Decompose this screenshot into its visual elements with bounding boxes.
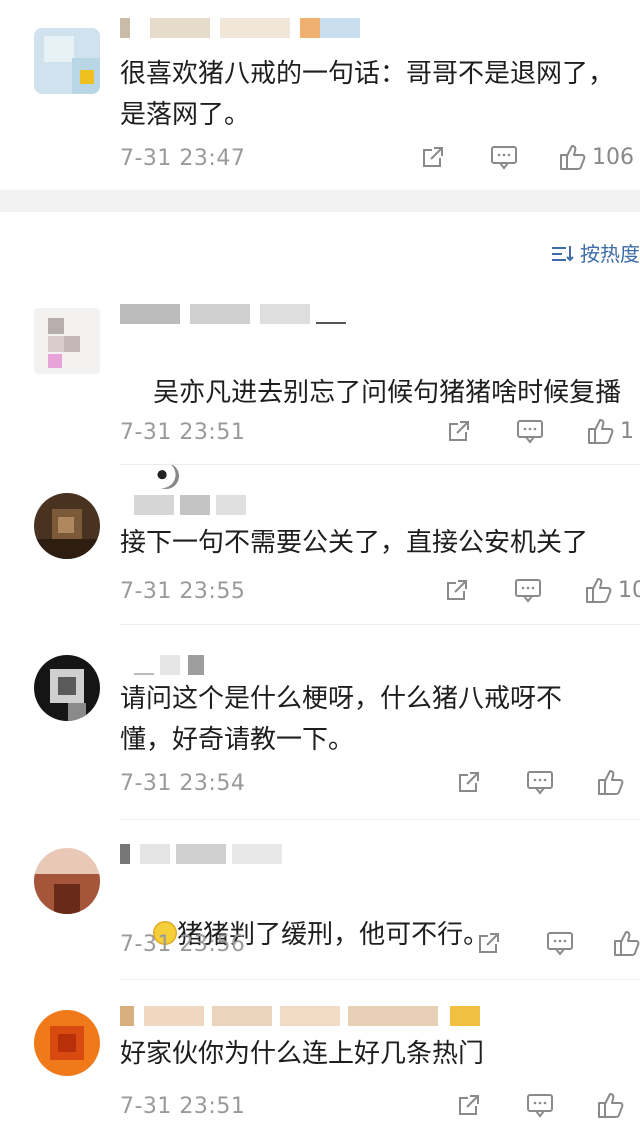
comment-time: 7-31 23:56: [120, 932, 246, 957]
sort-toggle[interactable]: 按热度: [550, 238, 640, 267]
avatar[interactable]: [34, 655, 100, 721]
thumbs-up-icon: [598, 1093, 624, 1118]
thumbs-up-icon: [614, 931, 640, 956]
share-button[interactable]: [476, 930, 502, 956]
comment-item: 好家伙你为什么连上好几条热门 7-31 23:51: [0, 980, 640, 1138]
comment-icon: [547, 932, 573, 956]
comment-button[interactable]: [526, 1092, 554, 1118]
thumbs-up-icon: [588, 419, 614, 444]
comment-time: 7-31 23:51: [120, 420, 246, 445]
top-comment: 很喜欢猪八戒的一句话：哥哥不是退网了， 是落网了。 7-31 23:47 106: [0, 0, 640, 190]
avatar[interactable]: [34, 1010, 100, 1076]
thumbs-up-icon: [560, 145, 586, 170]
username-blurred[interactable]: [120, 18, 360, 40]
comment-text: 好家伙你为什么连上好几条热门: [120, 1039, 485, 1069]
comment-item: 请问这个是什么梗呀，什么猪八戒呀不 懂，好奇请教一下。 7-31 23:54: [0, 625, 640, 820]
comment-item: 接下一句不需要公关了，直接公安机关了 7-31 23:55 10: [0, 465, 640, 625]
like-count: 10: [618, 577, 640, 603]
share-icon: [449, 421, 469, 441]
share-icon: [447, 580, 467, 600]
comment-text: 接下一句不需要公关了，直接公安机关了: [120, 528, 589, 558]
sort-icon: [550, 242, 576, 264]
like-button[interactable]: [596, 1090, 626, 1120]
comment-button[interactable]: [526, 769, 554, 795]
comment-icon: [527, 1094, 553, 1118]
comment-button[interactable]: [490, 144, 518, 170]
comment-button[interactable]: [514, 577, 542, 603]
share-button[interactable]: [420, 144, 446, 170]
like-button[interactable]: [596, 767, 630, 797]
avatar[interactable]: [34, 28, 100, 94]
share-icon: [423, 147, 443, 167]
share-button[interactable]: [446, 418, 472, 444]
comment-text-content: 吴亦凡进去别忘了问候句猪猪啥时候复播: [153, 378, 622, 408]
avatar[interactable]: [34, 308, 100, 374]
username-blurred[interactable]: [120, 655, 210, 677]
comment-icon: [527, 771, 553, 795]
comment-time: 7-31 23:55: [120, 579, 246, 604]
comment-text: 很喜欢猪八戒的一句话：哥哥不是退网了， 是落网了。: [120, 59, 615, 130]
thumbs-up-icon: [586, 578, 612, 603]
section-divider: [0, 190, 640, 212]
comment-item: 吴亦凡进去别忘了问候句猪猪啥时候复播 7-31 23:51 1: [0, 290, 640, 489]
comment-text: 请问这个是什么梗呀，什么猪八戒呀不 懂，好奇请教一下。: [120, 684, 563, 755]
username-blurred[interactable]: [120, 1006, 480, 1028]
share-button[interactable]: [456, 1092, 482, 1118]
like-count: 106: [592, 144, 634, 170]
comment-icon: [491, 146, 517, 170]
avatar[interactable]: [34, 493, 100, 559]
like-count: 1: [620, 418, 634, 444]
comment-icon: [517, 420, 543, 444]
username-blurred[interactable]: [120, 304, 350, 326]
comment-time: 7-31 23:54: [120, 771, 246, 796]
comment-time: 7-31 23:47: [120, 146, 246, 171]
like-button[interactable]: [612, 928, 640, 958]
like-button[interactable]: 106: [558, 142, 634, 172]
thumbs-up-icon: [598, 770, 624, 795]
avatar[interactable]: [34, 848, 100, 914]
share-icon: [479, 933, 499, 953]
comment-icon: [515, 579, 541, 603]
username-blurred[interactable]: [120, 495, 250, 517]
share-button[interactable]: [444, 577, 470, 603]
like-button[interactable]: 10: [584, 575, 640, 605]
comment-item: 猪猪判了缓刑，他可不行。 7-31 23:56: [0, 820, 640, 980]
share-button[interactable]: [456, 769, 482, 795]
like-button[interactable]: 1: [586, 416, 634, 446]
comment-button[interactable]: [546, 930, 574, 956]
comment-time: 7-31 23:51: [120, 1094, 246, 1119]
username-blurred[interactable]: [120, 844, 290, 866]
share-icon: [459, 772, 479, 792]
sort-label: 按热度: [580, 242, 640, 266]
comment-button[interactable]: [516, 418, 544, 444]
share-icon: [459, 1095, 479, 1115]
